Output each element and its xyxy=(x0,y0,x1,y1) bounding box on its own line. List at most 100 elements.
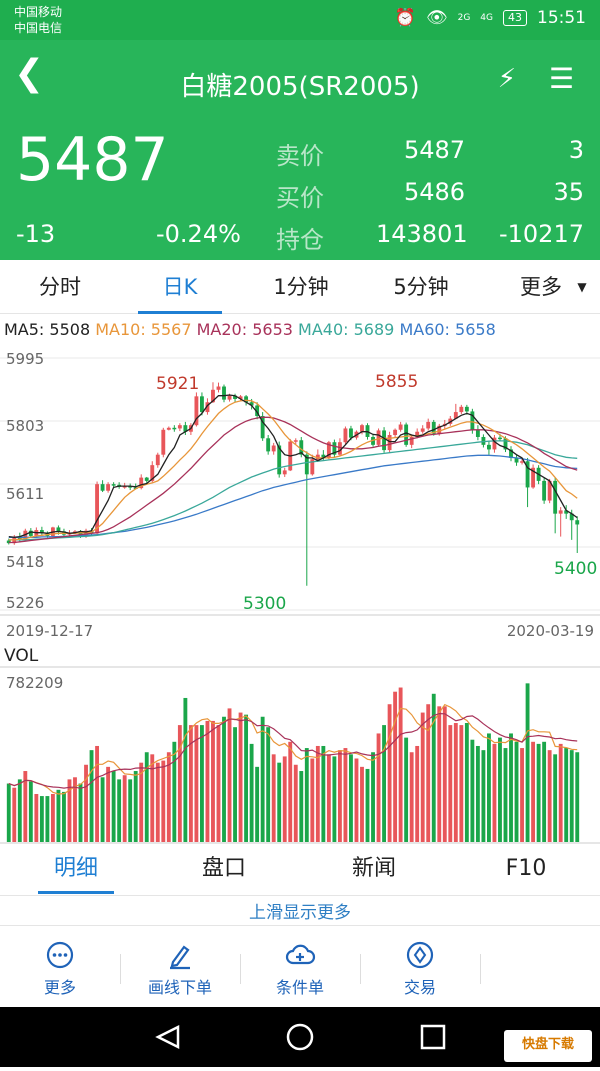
tab-1min[interactable]: 1分钟 xyxy=(258,262,344,314)
y-tick-5: 5226 xyxy=(6,594,45,612)
tab-detail[interactable]: 明细 xyxy=(38,846,114,896)
status-right: ⏰ 👁 2G 4G 43 15:51 xyxy=(395,8,586,28)
volume-bar xyxy=(244,714,249,842)
volume-bar xyxy=(575,752,580,842)
pen-icon xyxy=(120,940,240,970)
volume-bar xyxy=(106,766,111,842)
dots-circle-icon xyxy=(0,940,120,970)
volume-bar xyxy=(564,748,569,842)
lightning-icon[interactable]: ⚡︎ xyxy=(498,64,516,94)
volume-bar xyxy=(569,750,574,842)
volume-bar xyxy=(34,793,39,842)
volume-bar xyxy=(509,733,513,842)
volume-bar xyxy=(321,745,326,842)
swipe-hint[interactable]: 上滑显示更多 xyxy=(0,898,600,923)
alarm-icon: ⏰ xyxy=(394,8,416,28)
local-high-label: 5855 xyxy=(375,372,419,392)
quote-header: ❮ 白糖2005(SR2005) ⚡︎ ☰ 5487 -13 -0.24% 卖价… xyxy=(0,40,600,260)
network-2g: 2G xyxy=(457,13,471,23)
volume-bar xyxy=(475,745,480,842)
candle-body xyxy=(382,430,386,451)
volume-bar xyxy=(155,762,160,842)
volume-bar xyxy=(194,725,199,842)
volume-bar xyxy=(50,793,55,842)
candle-body xyxy=(575,520,580,525)
candle-body xyxy=(106,484,111,491)
sell-price: 5487 xyxy=(404,136,466,164)
network-4g: 4G xyxy=(480,13,493,23)
volume-bar xyxy=(205,720,210,842)
candle-body xyxy=(227,395,232,400)
high-price-label: 5921 xyxy=(156,374,200,394)
ma40-label: MA40: 5689 xyxy=(298,320,395,339)
volume-bar xyxy=(282,756,287,842)
volume-bar xyxy=(200,725,204,842)
tab-f10[interactable]: F10 xyxy=(502,846,550,896)
volume-max: 782209 xyxy=(6,674,64,692)
volume-bar xyxy=(45,796,50,842)
volume-bar xyxy=(337,750,342,842)
volume-bar xyxy=(12,787,17,842)
tab-more[interactable]: 更多 xyxy=(506,262,576,314)
candle-body xyxy=(420,428,425,432)
volume-bar xyxy=(382,725,386,842)
volume-bar xyxy=(376,733,381,842)
ma-legend: MA5: 5508 MA10: 5567 MA20: 5653 MA40: 56… xyxy=(4,320,496,339)
candle-body xyxy=(161,429,166,455)
kline-chart[interactable] xyxy=(0,340,600,845)
candle-body xyxy=(95,484,99,534)
volume-bar xyxy=(349,754,353,842)
candle-body xyxy=(464,406,469,412)
volume-bar xyxy=(260,716,265,842)
tab-daily-k[interactable]: 日K xyxy=(138,262,222,314)
volume-bar xyxy=(95,745,99,842)
carrier-1: 中国移动 xyxy=(14,5,63,19)
tab-5min[interactable]: 5分钟 xyxy=(376,262,466,314)
volume-bar xyxy=(293,764,298,842)
price-change: -13 xyxy=(16,220,56,248)
ma10-label: MA10: 5567 xyxy=(95,320,192,339)
candle-body xyxy=(172,427,177,430)
volume-bar xyxy=(514,741,519,842)
trade-button[interactable]: 交易 xyxy=(360,926,480,1008)
caret-down-icon[interactable]: ▼ xyxy=(572,262,592,314)
volume-bar xyxy=(39,796,44,842)
candle-body xyxy=(475,429,480,437)
ma5-line xyxy=(8,394,578,538)
volume-bar xyxy=(393,691,398,842)
tab-orderbook[interactable]: 盘口 xyxy=(200,846,248,896)
volume-bar xyxy=(547,750,552,842)
y-tick-1: 5995 xyxy=(6,350,45,368)
volume-bar xyxy=(56,789,61,842)
conditional-order-button[interactable]: 条件单 xyxy=(240,926,360,1008)
tab-intraday[interactable]: 分时 xyxy=(20,262,100,314)
y-tick-3: 5611 xyxy=(6,485,45,503)
volume-bar xyxy=(310,758,315,842)
period-tabs: 分时 日K 1分钟 5分钟 更多 ▼ xyxy=(0,262,600,314)
home-circle-icon xyxy=(286,1023,314,1051)
open-interest-label: 持仓 xyxy=(276,226,324,254)
list-menu-icon[interactable]: ☰ xyxy=(549,62,574,95)
candle-body xyxy=(553,480,558,514)
candle-body xyxy=(144,477,149,481)
open-interest-change: -10217 xyxy=(498,220,584,248)
volume-bar xyxy=(227,708,232,842)
more-button[interactable]: 更多 xyxy=(0,926,120,1008)
candle-body xyxy=(542,480,547,501)
volume-bar xyxy=(161,760,166,842)
candle-body xyxy=(166,427,171,430)
trade-label: 交易 xyxy=(403,978,436,997)
draw-order-button[interactable]: 画线下单 xyxy=(120,926,240,1008)
ma5-label: MA5: 5508 xyxy=(4,320,91,339)
volume-bar xyxy=(211,720,215,842)
volume-bar xyxy=(365,768,370,842)
volume-bar xyxy=(453,723,458,842)
low-price-label: 5300 xyxy=(243,594,287,614)
detail-tabs: 明细 盘口 新闻 F10 xyxy=(0,846,600,896)
volume-bar xyxy=(128,779,133,842)
last-price: 5487 xyxy=(16,125,169,195)
volume-bar xyxy=(442,706,447,842)
tab-news[interactable]: 新闻 xyxy=(350,846,398,896)
candle-body xyxy=(111,484,116,486)
candle-body xyxy=(200,396,204,413)
